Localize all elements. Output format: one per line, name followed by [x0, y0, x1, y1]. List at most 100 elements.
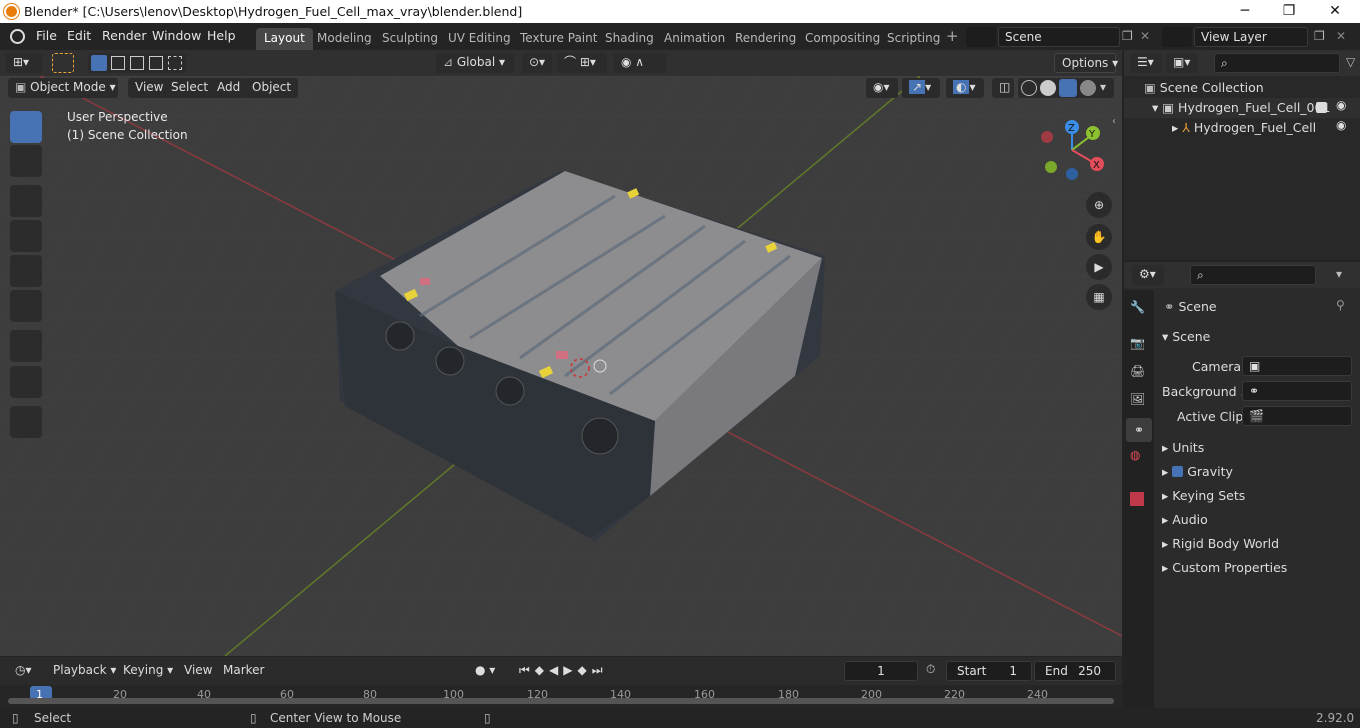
select-box-tool-icon[interactable]: [52, 53, 74, 73]
tool-tab-icon[interactable]: 🔧: [1130, 300, 1145, 314]
3d-viewport[interactable]: ▣ Object Mode ▾ View Select Add Object ◉…: [0, 76, 1122, 656]
section-gravity[interactable]: ▸ Gravity: [1162, 464, 1233, 479]
gravity-checkbox[interactable]: [1172, 466, 1184, 477]
cursor-tool-icon[interactable]: [10, 145, 42, 177]
camera-view-icon[interactable]: ▶: [1086, 254, 1112, 280]
scale-tool-icon[interactable]: [10, 255, 42, 287]
tab-layout[interactable]: Layout: [256, 28, 313, 50]
blender-menu-icon[interactable]: [10, 29, 25, 44]
collection-visibility-eye-icon[interactable]: ◉: [1336, 98, 1346, 112]
solid-shading-icon[interactable]: [1040, 80, 1056, 96]
maximize-button[interactable]: ❐: [1266, 0, 1312, 23]
render-tab-icon[interactable]: 📷: [1130, 336, 1145, 350]
menu-help[interactable]: Help: [207, 28, 236, 43]
copy-scene-icon[interactable]: ❐: [1122, 29, 1133, 43]
tab-texture-paint[interactable]: Texture Paint: [512, 28, 605, 50]
texture-tab-icon[interactable]: [1130, 492, 1144, 506]
measure-tool-icon[interactable]: [10, 366, 42, 398]
pan-hand-icon[interactable]: ✋: [1086, 224, 1112, 250]
start-frame-field[interactable]: Start 1: [946, 661, 1032, 681]
snap-icon[interactable]: ⌒ ⊞▾: [557, 53, 607, 73]
shading-options-icon[interactable]: ▾: [1100, 80, 1106, 94]
select-tool-icon[interactable]: [10, 111, 42, 143]
wireframe-shading-icon[interactable]: [1021, 80, 1037, 96]
add-cube-tool-icon[interactable]: [10, 406, 42, 438]
scene-selector[interactable]: Scene: [998, 27, 1120, 47]
menu-select[interactable]: Select: [164, 78, 216, 98]
background-field[interactable]: ⚭: [1242, 381, 1352, 401]
outliner-item-object[interactable]: ▸ ⅄ Hydrogen_Fuel_Cell: [1172, 120, 1316, 135]
tab-uv-editing[interactable]: UV Editing: [440, 28, 519, 50]
view-layer-browse-icon[interactable]: [1162, 27, 1192, 47]
output-tab-icon[interactable]: 🖨: [1130, 364, 1145, 378]
close-button[interactable]: ✕: [1312, 0, 1358, 23]
display-mode-icon[interactable]: ▣▾: [1166, 53, 1198, 73]
overlay-toggle-icon[interactable]: ◐ ▾: [946, 78, 984, 98]
add-workspace-icon[interactable]: +: [946, 27, 959, 45]
mode-extend-icon[interactable]: [111, 56, 125, 70]
properties-options-icon[interactable]: ▾: [1336, 267, 1342, 281]
menu-render[interactable]: Render: [102, 28, 147, 43]
properties-search-input[interactable]: ⌕: [1190, 265, 1316, 285]
scene-browse-icon[interactable]: [966, 27, 996, 47]
gizmo-toggle-icon[interactable]: ↗ ▾: [902, 78, 940, 98]
tab-modeling[interactable]: Modeling: [309, 28, 380, 50]
rotate-tool-icon[interactable]: [10, 220, 42, 252]
view-layer-selector[interactable]: View Layer: [1194, 27, 1308, 47]
options-dropdown[interactable]: Options ▾: [1054, 53, 1118, 73]
keying-dropdown[interactable]: Keying ▾: [116, 661, 181, 681]
remove-scene-icon[interactable]: ✕: [1140, 29, 1150, 43]
minimize-button[interactable]: ─: [1222, 0, 1268, 23]
object-mode-dropdown[interactable]: ▣ Object Mode ▾: [8, 78, 118, 98]
playback-dropdown[interactable]: Playback ▾: [46, 661, 124, 681]
copy-view-layer-icon[interactable]: ❐: [1314, 29, 1325, 43]
annotate-tool-icon[interactable]: [10, 330, 42, 362]
active-clip-field[interactable]: 🎬: [1242, 406, 1352, 426]
menu-file[interactable]: File: [36, 28, 57, 43]
section-audio[interactable]: ▸ Audio: [1162, 512, 1208, 527]
proportional-edit-icon[interactable]: ◉ ∧: [614, 53, 666, 73]
properties-editor-type-icon[interactable]: ⚙▾: [1132, 265, 1164, 285]
material-shading-icon[interactable]: [1059, 79, 1077, 97]
menu-add[interactable]: Add: [210, 78, 248, 98]
scene-tab-icon[interactable]: ⚭: [1126, 418, 1152, 442]
section-keying-sets[interactable]: ▸ Keying Sets: [1162, 488, 1245, 503]
mode-invert-icon[interactable]: [149, 56, 163, 70]
outliner-search-input[interactable]: ⌕: [1214, 53, 1340, 73]
transform-orientation-dropdown[interactable]: ⊿ Global ▾: [436, 53, 514, 73]
outliner-root[interactable]: ▣ Scene Collection: [1144, 80, 1264, 95]
mode-new-icon[interactable]: [91, 55, 107, 71]
tab-animation[interactable]: Animation: [656, 28, 733, 50]
section-units[interactable]: ▸ Units: [1162, 440, 1204, 455]
auto-keying-icon[interactable]: ● ▾: [468, 661, 506, 681]
section-custom-properties[interactable]: ▸ Custom Properties: [1162, 560, 1287, 575]
menu-object[interactable]: Object: [245, 78, 299, 98]
end-frame-field[interactable]: End 250: [1034, 661, 1116, 681]
editor-type-icon[interactable]: ⊞▾: [6, 53, 42, 73]
object-visibility-eye-icon[interactable]: ◉: [1336, 118, 1346, 132]
tab-scripting[interactable]: Scripting: [879, 28, 948, 50]
zoom-icon[interactable]: ⊕: [1086, 192, 1112, 218]
mode-subtract-icon[interactable]: [130, 56, 144, 70]
transform-tool-icon[interactable]: [10, 290, 42, 322]
gizmo-neg-x-icon[interactable]: [1041, 131, 1053, 143]
scene-panel-header[interactable]: ▾ Scene: [1162, 329, 1210, 344]
current-frame-field[interactable]: 1: [844, 661, 918, 681]
timeline-editor-type-icon[interactable]: ◷▾: [8, 661, 40, 681]
timeline-marker-menu[interactable]: Marker: [216, 661, 272, 681]
timeline-scrollbar[interactable]: [8, 698, 1114, 704]
camera-field[interactable]: ▣: [1242, 356, 1352, 376]
move-tool-icon[interactable]: [10, 185, 42, 217]
tab-compositing[interactable]: Compositing: [797, 28, 888, 50]
remove-view-layer-icon[interactable]: ✕: [1336, 29, 1346, 43]
visibility-icon[interactable]: ◉▾: [866, 78, 898, 98]
tab-rendering[interactable]: Rendering: [727, 28, 804, 50]
filter-icon[interactable]: ▽: [1346, 55, 1355, 69]
gizmo-neg-y-icon[interactable]: [1045, 161, 1057, 173]
section-rigid-body-world[interactable]: ▸ Rigid Body World: [1162, 536, 1279, 551]
preview-range-icon[interactable]: ⏱: [926, 662, 935, 677]
outliner-editor-type-icon[interactable]: ☰▾: [1130, 53, 1162, 73]
pivot-point-icon[interactable]: ⊙▾: [522, 53, 552, 73]
world-tab-icon[interactable]: ◍: [1130, 448, 1140, 462]
timeline-view-menu[interactable]: View: [177, 661, 220, 681]
